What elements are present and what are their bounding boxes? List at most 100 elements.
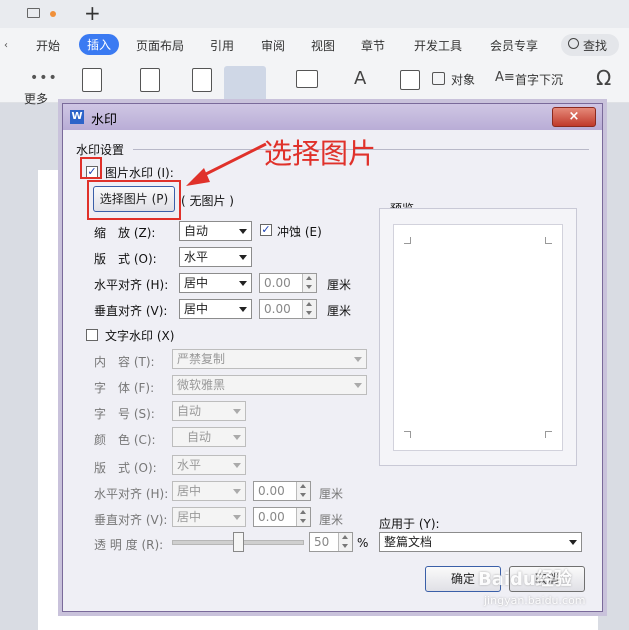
text-layout-label: 版 式 (O):	[94, 461, 157, 475]
scale-label: 缩 放 (Z):	[94, 226, 156, 240]
group-title: 水印设置	[76, 143, 125, 157]
text-valign-number: 0.00	[258, 510, 285, 524]
art-text-icon[interactable]: A	[354, 68, 366, 89]
text-halign-spinner[interactable]: 0.00	[253, 481, 311, 501]
text-watermark-checkbox[interactable]	[86, 329, 98, 341]
tab-insert[interactable]: 插入	[79, 34, 120, 55]
symbol-icon[interactable]: Ω	[596, 66, 611, 90]
scale-value: 自动	[184, 224, 209, 238]
ribbon-toolbar: ••• 更多 A 对象 A≡ 首字下沉 Ω	[0, 62, 629, 106]
search-box[interactable]: 查找	[561, 34, 619, 56]
close-button[interactable]: ×	[552, 107, 596, 127]
color-select[interactable]: 自动	[172, 427, 246, 447]
new-tab-button[interactable]: +	[84, 1, 101, 25]
text-halign-value: 居中	[177, 484, 202, 498]
font-value: 微软雅黑	[177, 378, 226, 392]
image-layout-select[interactable]: 水平	[179, 247, 252, 267]
dialog-titlebar: W 水印 ×	[63, 104, 602, 130]
image-valign-number: 0.00	[264, 302, 291, 316]
cover-page-icon[interactable]	[82, 68, 102, 92]
apply-to-select[interactable]: 整篇文档	[379, 532, 582, 552]
watermark-ribbon-button[interactable]	[224, 66, 266, 102]
font-label: 字 体 (F):	[94, 381, 155, 395]
checkbox-highlight	[80, 157, 102, 179]
apply-to-label: 应用于 (Y):	[379, 517, 440, 531]
preview-corner-bl	[404, 431, 411, 438]
select-image-highlight	[87, 180, 181, 220]
wps-logo-icon: W	[70, 110, 84, 124]
tab-developer[interactable]: 开发工具	[414, 37, 462, 54]
image-layout-value: 水平	[184, 250, 209, 264]
text-halign-unit: 厘米	[319, 487, 344, 501]
image-halign-spinner[interactable]: 0.00	[259, 273, 317, 293]
image-halign-unit: 厘米	[327, 278, 352, 292]
transparency-label: 透 明 度 (R):	[94, 538, 164, 552]
washout-label: 冲蚀 (E)	[277, 225, 322, 239]
color-value: 自动	[187, 430, 212, 444]
transparency-spinner[interactable]: 50	[309, 532, 353, 552]
tab-references[interactable]: 引用	[210, 37, 234, 54]
dropcap-icon: A≡	[495, 70, 515, 85]
collapse-chevron-icon[interactable]: ‹	[4, 40, 8, 51]
callout-text: 选择图片	[264, 137, 377, 170]
text-valign-label: 垂直对齐 (V):	[94, 513, 168, 527]
image-watermark-label: 图片水印 (I):	[105, 166, 174, 180]
size-label: 字 号 (S):	[94, 407, 155, 421]
date-icon[interactable]	[400, 70, 420, 90]
image-valign-value: 居中	[184, 302, 209, 316]
tab-member[interactable]: 会员专享	[490, 37, 538, 54]
image-valign-unit: 厘米	[327, 304, 352, 318]
unsaved-dot-icon	[50, 11, 56, 17]
apply-to-value: 整篇文档	[384, 535, 433, 549]
transparency-slider-thumb[interactable]	[233, 532, 244, 552]
page-number-icon[interactable]	[192, 68, 212, 92]
image-halign-select[interactable]: 居中	[179, 273, 252, 293]
no-image-text: ( 无图片 )	[181, 194, 234, 208]
monitor-icon[interactable]	[27, 8, 40, 18]
more-label[interactable]: 更多	[24, 90, 48, 107]
image-halign-label: 水平对齐 (H):	[94, 278, 169, 292]
text-valign-spinner[interactable]: 0.00	[253, 507, 311, 527]
preview-corner-br	[545, 431, 552, 438]
object-label[interactable]: 对象	[451, 71, 475, 88]
dropcap-label[interactable]: 首字下沉	[515, 71, 563, 88]
text-layout-select[interactable]: 水平	[172, 455, 246, 475]
baidu-watermark: Baidu经验	[478, 569, 572, 590]
preview-page	[393, 224, 563, 451]
dialog-title: 水印	[91, 113, 118, 128]
image-valign-select[interactable]: 居中	[179, 299, 252, 319]
object-icon	[432, 72, 445, 85]
textbox-icon[interactable]	[296, 70, 318, 88]
text-valign-unit: 厘米	[319, 513, 344, 527]
text-halign-select[interactable]: 居中	[172, 481, 246, 501]
color-label: 颜 色 (C):	[94, 433, 156, 447]
app-titlebar: +	[0, 0, 629, 29]
transparency-unit: %	[357, 536, 369, 550]
tab-page-layout[interactable]: 页面布局	[136, 37, 184, 54]
text-valign-value: 居中	[177, 510, 202, 524]
content-select[interactable]: 严禁复制	[172, 349, 367, 369]
callout-arrow	[186, 142, 267, 186]
font-select[interactable]: 微软雅黑	[172, 375, 367, 395]
more-dots-icon[interactable]: •••	[30, 70, 58, 86]
baidu-watermark-url: jingyan.baidu.com	[484, 594, 586, 607]
blank-page-icon[interactable]	[140, 68, 160, 92]
transparency-number: 50	[314, 535, 330, 549]
text-valign-select[interactable]: 居中	[172, 507, 246, 527]
content-value: 严禁复制	[177, 352, 226, 366]
tab-view[interactable]: 视图	[311, 37, 335, 54]
image-valign-spinner[interactable]: 0.00	[259, 299, 317, 319]
tab-chapter[interactable]: 章节	[361, 37, 385, 54]
size-select[interactable]: 自动	[172, 401, 246, 421]
preview-corner-tr	[545, 237, 552, 244]
preview-panel	[379, 208, 577, 466]
text-halign-label: 水平对齐 (H):	[94, 487, 169, 501]
tab-review[interactable]: 审阅	[261, 37, 285, 54]
tab-home[interactable]: 开始	[36, 37, 60, 54]
content-label: 内 容 (T):	[94, 355, 155, 369]
search-label: 查找	[583, 39, 608, 53]
text-layout-value: 水平	[177, 458, 202, 472]
image-layout-label: 版 式 (O):	[94, 252, 157, 266]
scale-select[interactable]: 自动	[179, 221, 252, 241]
washout-checkbox[interactable]: ✓	[260, 224, 272, 236]
